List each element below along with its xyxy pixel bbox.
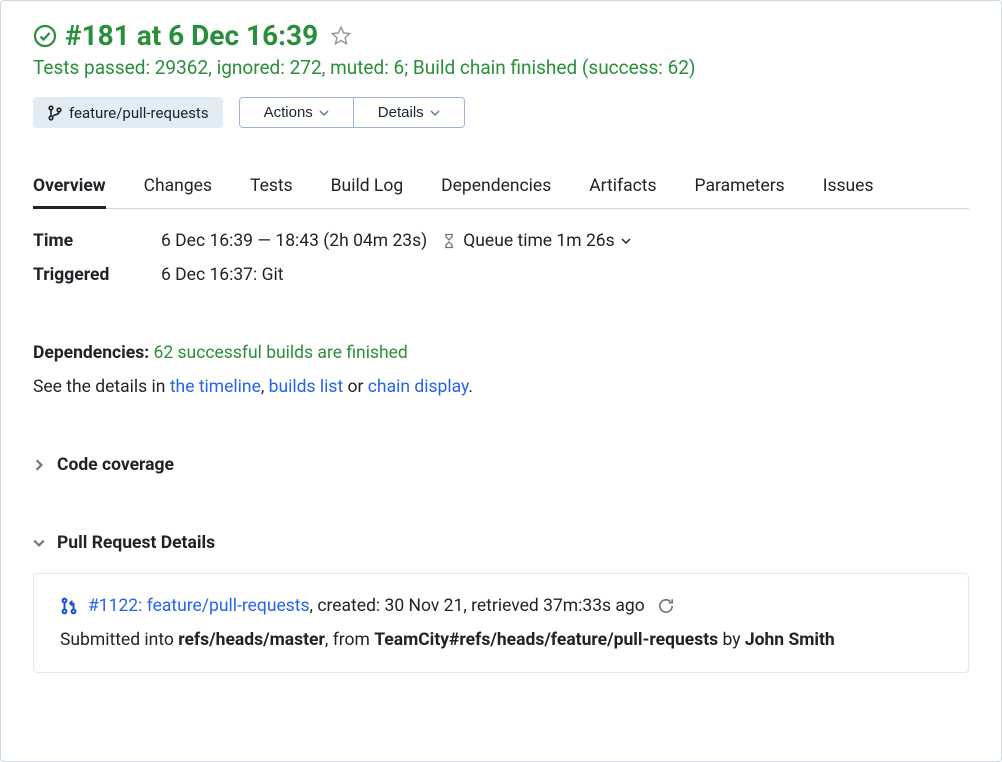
tabs: Overview Changes Tests Build Log Depende… — [33, 176, 969, 209]
pr-sub-prefix: Submitted into — [60, 630, 178, 650]
tab-artifacts[interactable]: Artifacts — [589, 176, 656, 208]
tab-tests[interactable]: Tests — [250, 176, 293, 208]
dependencies-block: Dependencies: 62 successful builds are f… — [33, 343, 969, 397]
tab-dependencies[interactable]: Dependencies — [441, 176, 551, 208]
pr-card: #1122: feature/pull-requests, created: 3… — [33, 573, 969, 673]
chevron-down-icon — [319, 108, 329, 118]
build-title: #181 at 6 Dec 16:39 — [65, 19, 318, 52]
triggered-row: Triggered 6 Dec 16:37: Git — [33, 265, 969, 285]
branch-name: feature/pull-requests — [69, 104, 209, 122]
star-icon[interactable] — [330, 25, 352, 47]
queue-time[interactable]: Queue time 1m 26s — [441, 231, 630, 251]
pr-into: refs/heads/master — [178, 630, 325, 650]
refresh-icon[interactable] — [657, 597, 675, 615]
branch-icon — [47, 105, 63, 121]
pr-second-line: Submitted into refs/heads/master, from T… — [60, 630, 942, 650]
deps-sep1: , — [261, 377, 269, 397]
pull-request-icon — [60, 597, 78, 615]
summary-line: Tests passed: 29362, ignored: 272, muted… — [33, 56, 969, 79]
time-row: Time 6 Dec 16:39 — 18:43 (2h 04m 23s) Qu… — [33, 231, 969, 251]
tab-build-log[interactable]: Build Log — [331, 176, 404, 208]
builds-list-link[interactable]: builds list — [269, 377, 344, 397]
success-icon — [33, 24, 57, 48]
chevron-right-icon — [33, 459, 45, 471]
pr-by: John Smith — [745, 630, 835, 650]
time-label: Time — [33, 231, 161, 251]
button-group: Actions Details — [239, 97, 465, 128]
dependencies-heading: Dependencies: — [33, 343, 149, 363]
chevron-down-icon — [621, 236, 631, 246]
tab-changes[interactable]: Changes — [144, 176, 212, 208]
code-coverage-expander[interactable]: Code coverage — [33, 455, 969, 475]
deps-prefix: See the details in — [33, 377, 170, 397]
triggered-value: 6 Dec 16:37: Git — [161, 265, 284, 285]
pr-details-expander[interactable]: Pull Request Details — [33, 533, 969, 553]
tab-parameters[interactable]: Parameters — [695, 176, 785, 208]
code-coverage-label: Code coverage — [57, 455, 174, 475]
pr-link[interactable]: #1122: feature/pull-requests — [88, 596, 310, 616]
chain-display-link[interactable]: chain display — [368, 377, 469, 397]
triggered-label: Triggered — [33, 265, 161, 285]
tab-issues[interactable]: Issues — [823, 176, 874, 208]
pr-from: TeamCity#refs/heads/feature/pull-request… — [374, 630, 718, 650]
time-value: 6 Dec 16:39 — 18:43 (2h 04m 23s) — [161, 231, 427, 251]
dependencies-line: Dependencies: 62 successful builds are f… — [33, 343, 969, 363]
controls-row: feature/pull-requests Actions Details — [33, 97, 969, 128]
chevron-down-icon — [430, 108, 440, 118]
deps-period: . — [468, 377, 473, 397]
dependencies-details: See the details in the timeline, builds … — [33, 377, 969, 397]
deps-sep2: or — [343, 377, 368, 397]
time-value-group: 6 Dec 16:39 — 18:43 (2h 04m 23s) Queue t… — [161, 231, 631, 251]
pr-first-line: #1122: feature/pull-requests, created: 3… — [60, 596, 942, 616]
details-label: Details — [378, 104, 424, 121]
dependencies-link[interactable]: 62 successful builds are finished — [154, 343, 408, 363]
build-page: #181 at 6 Dec 16:39 Tests passed: 29362,… — [0, 0, 1002, 762]
tab-overview[interactable]: Overview — [33, 176, 106, 208]
actions-button[interactable]: Actions — [240, 98, 353, 127]
title-row: #181 at 6 Dec 16:39 — [33, 19, 969, 52]
branch-chip[interactable]: feature/pull-requests — [33, 97, 223, 128]
hourglass-icon — [441, 233, 457, 249]
pr-details-heading: Pull Request Details — [57, 533, 215, 553]
queue-time-label: Queue time 1m 26s — [463, 231, 614, 251]
pr-by-prefix: by — [718, 630, 745, 650]
actions-label: Actions — [264, 104, 313, 121]
pr-meta: , created: 30 Nov 21, retrieved 37m:33s … — [310, 596, 645, 616]
details-button[interactable]: Details — [353, 98, 464, 127]
timeline-link[interactable]: the timeline — [170, 377, 261, 397]
pr-link-wrap: #1122: feature/pull-requests, created: 3… — [88, 596, 645, 616]
chevron-down-icon — [33, 537, 45, 549]
pr-from-prefix: , from — [325, 630, 374, 650]
